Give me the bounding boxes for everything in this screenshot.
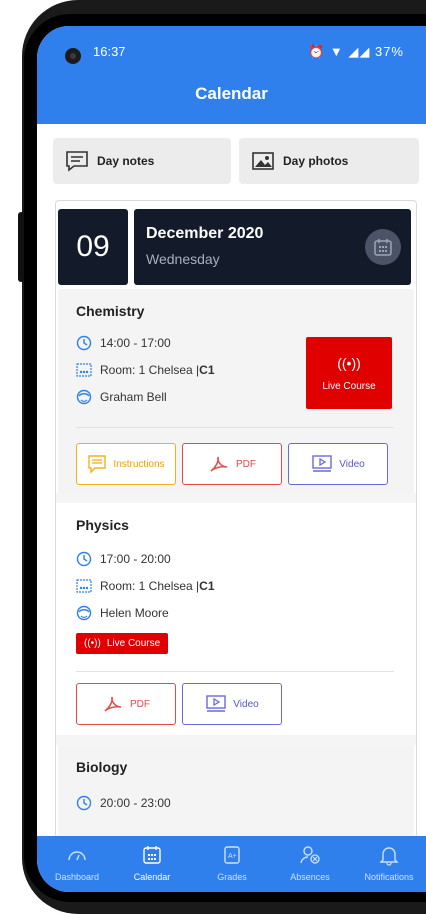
section-gap [56, 493, 416, 503]
pdf-icon [104, 696, 122, 712]
bell-icon [379, 847, 399, 866]
day-photos-button[interactable]: Day photos [239, 138, 419, 184]
video-icon [312, 455, 332, 472]
clock-icon [76, 551, 92, 567]
pdf-icon [210, 456, 228, 472]
divider [76, 671, 394, 672]
status-time: 16:37 [93, 44, 126, 59]
photo-icon [252, 152, 274, 170]
room-icon [76, 579, 92, 593]
clock-icon [76, 795, 92, 811]
live-course-button[interactable]: ((•)) Live Course [76, 633, 169, 654]
main-content: Day notes Day photos 09 December 2020 We… [37, 124, 426, 842]
page-title: Calendar [195, 84, 268, 103]
live-icon: ((•)) [337, 354, 361, 371]
day-number: 09 [58, 209, 128, 285]
nav-absences[interactable]: Absences [275, 844, 345, 882]
status-indicators: ⏰ ▼ ◢◢ 37% [308, 44, 404, 60]
course-room: Room: 1 Chelsea | C1 [76, 362, 215, 378]
notes-icon [66, 151, 88, 172]
instructions-button[interactable]: Instructions [76, 443, 176, 485]
nav-dashboard[interactable]: Dashboard [42, 844, 112, 882]
section-gap [56, 735, 416, 745]
bottom-navigation: Dashboard Calendar A+ Grades Absences No… [37, 836, 426, 892]
nav-grades[interactable]: A+ Grades [197, 844, 267, 882]
instructions-icon [88, 455, 107, 474]
pdf-button[interactable]: PDF [76, 683, 176, 725]
live-course-button[interactable]: ((•)) Live Course [306, 337, 392, 409]
camera-icon [65, 48, 81, 64]
absences-icon [300, 846, 320, 864]
video-icon [206, 695, 226, 712]
course-time: 17:00 - 20:00 [76, 551, 171, 567]
day-photos-label: Day photos [283, 154, 349, 168]
teacher-icon [76, 389, 92, 405]
course-teacher: Helen Moore [76, 605, 169, 621]
course-title: Biology [76, 759, 128, 775]
course-physics: Physics 17:00 - 20:00 Room: 1 Chelsea | … [58, 503, 414, 735]
screen: 16:37 ⏰ ▼ ◢◢ 37% Calendar Day notes Day … [37, 26, 426, 892]
course-title: Chemistry [76, 303, 145, 319]
month-year: December 2020 [146, 225, 264, 242]
course-room: Room: 1 Chelsea | C1 [76, 578, 215, 594]
svg-text:A+: A+ [228, 853, 237, 860]
course-title: Physics [76, 517, 129, 533]
wifi-icon: ▼ [329, 44, 344, 59]
calendar-icon [374, 239, 392, 256]
dashboard-icon [68, 851, 86, 861]
course-time: 20:00 - 23:00 [76, 795, 171, 811]
calendar-icon [143, 846, 161, 864]
grades-icon: A+ [224, 846, 240, 864]
room-icon [76, 363, 92, 377]
clock-icon [76, 335, 92, 351]
course-biology: Biology 20:00 - 23:00 [58, 745, 414, 837]
nav-calendar[interactable]: Calendar [117, 844, 187, 882]
course-teacher: Graham Bell [76, 389, 167, 405]
nav-notifications[interactable]: Notifications [354, 844, 424, 882]
divider [76, 427, 394, 428]
battery-level: 37% [374, 44, 404, 59]
alarm-icon: ⏰ [308, 44, 326, 59]
date-header: December 2020 Wednesday [134, 209, 411, 285]
video-button[interactable]: Video [182, 683, 282, 725]
pdf-button[interactable]: PDF [182, 443, 282, 485]
day-notes-button[interactable]: Day notes [53, 138, 231, 184]
day-notes-label: Day notes [97, 154, 155, 168]
course-chemistry: Chemistry 14:00 - 17:00 Room: 1 Chelsea … [58, 289, 414, 493]
top-bar: 16:37 ⏰ ▼ ◢◢ 37% Calendar [37, 26, 426, 124]
teacher-icon [76, 605, 92, 621]
live-icon: ((•)) [84, 638, 101, 649]
signal-icon: ◢◢ [348, 44, 371, 59]
course-time: 14:00 - 17:00 [76, 335, 171, 351]
day-card: 09 December 2020 Wednesday Chemistry 14:… [55, 200, 417, 838]
calendar-picker-button[interactable] [365, 229, 401, 265]
video-button[interactable]: Video [288, 443, 388, 485]
weekday: Wednesday [146, 251, 220, 267]
